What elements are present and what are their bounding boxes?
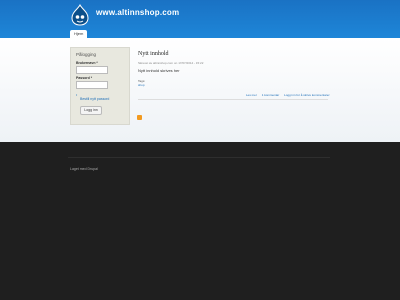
login-to-comment-link[interactable]: Logg inn for å skrive kommentarer — [284, 93, 330, 97]
site-name[interactable]: www.altinnshop.com — [96, 8, 179, 17]
main-content — [0, 38, 400, 142]
rss-feed-icon[interactable] — [137, 115, 142, 120]
tab-home[interactable]: Hjem — [70, 30, 88, 38]
password-field[interactable] — [76, 81, 108, 89]
post-meta: Skrevet av altinnshop.com on 17/07/2014 … — [138, 61, 204, 65]
bullet-icon: • — [76, 93, 78, 97]
post-links: Les mer 1 kommentar Logg inn for å skriv… — [246, 93, 334, 97]
post-body: Nytt innhold skrives her — [138, 68, 180, 73]
username-label: Brukernavn * — [76, 61, 98, 65]
read-more-link[interactable]: Les mer — [246, 93, 257, 97]
post-title[interactable]: Nytt innhold — [138, 51, 169, 57]
username-field[interactable] — [76, 66, 108, 74]
footer-divider — [68, 157, 330, 158]
login-title: Pålogging — [76, 52, 97, 57]
drupal-drop-icon[interactable] — [70, 3, 90, 26]
login-button[interactable]: Logg inn — [80, 106, 102, 115]
password-label: Passord * — [76, 76, 93, 80]
comments-link[interactable]: 1 kommentar — [262, 93, 280, 97]
footer-credit[interactable]: Laget med Drupal — [70, 167, 98, 171]
divider — [138, 99, 328, 100]
new-password-link[interactable]: Bestill nytt passord — [80, 97, 109, 101]
site-header: www.altinnshop.com Hjem — [0, 0, 400, 38]
login-block: Pålogging Brukernavn * Passord * • Besti… — [70, 47, 130, 125]
tag-link[interactable]: shop — [138, 83, 145, 87]
